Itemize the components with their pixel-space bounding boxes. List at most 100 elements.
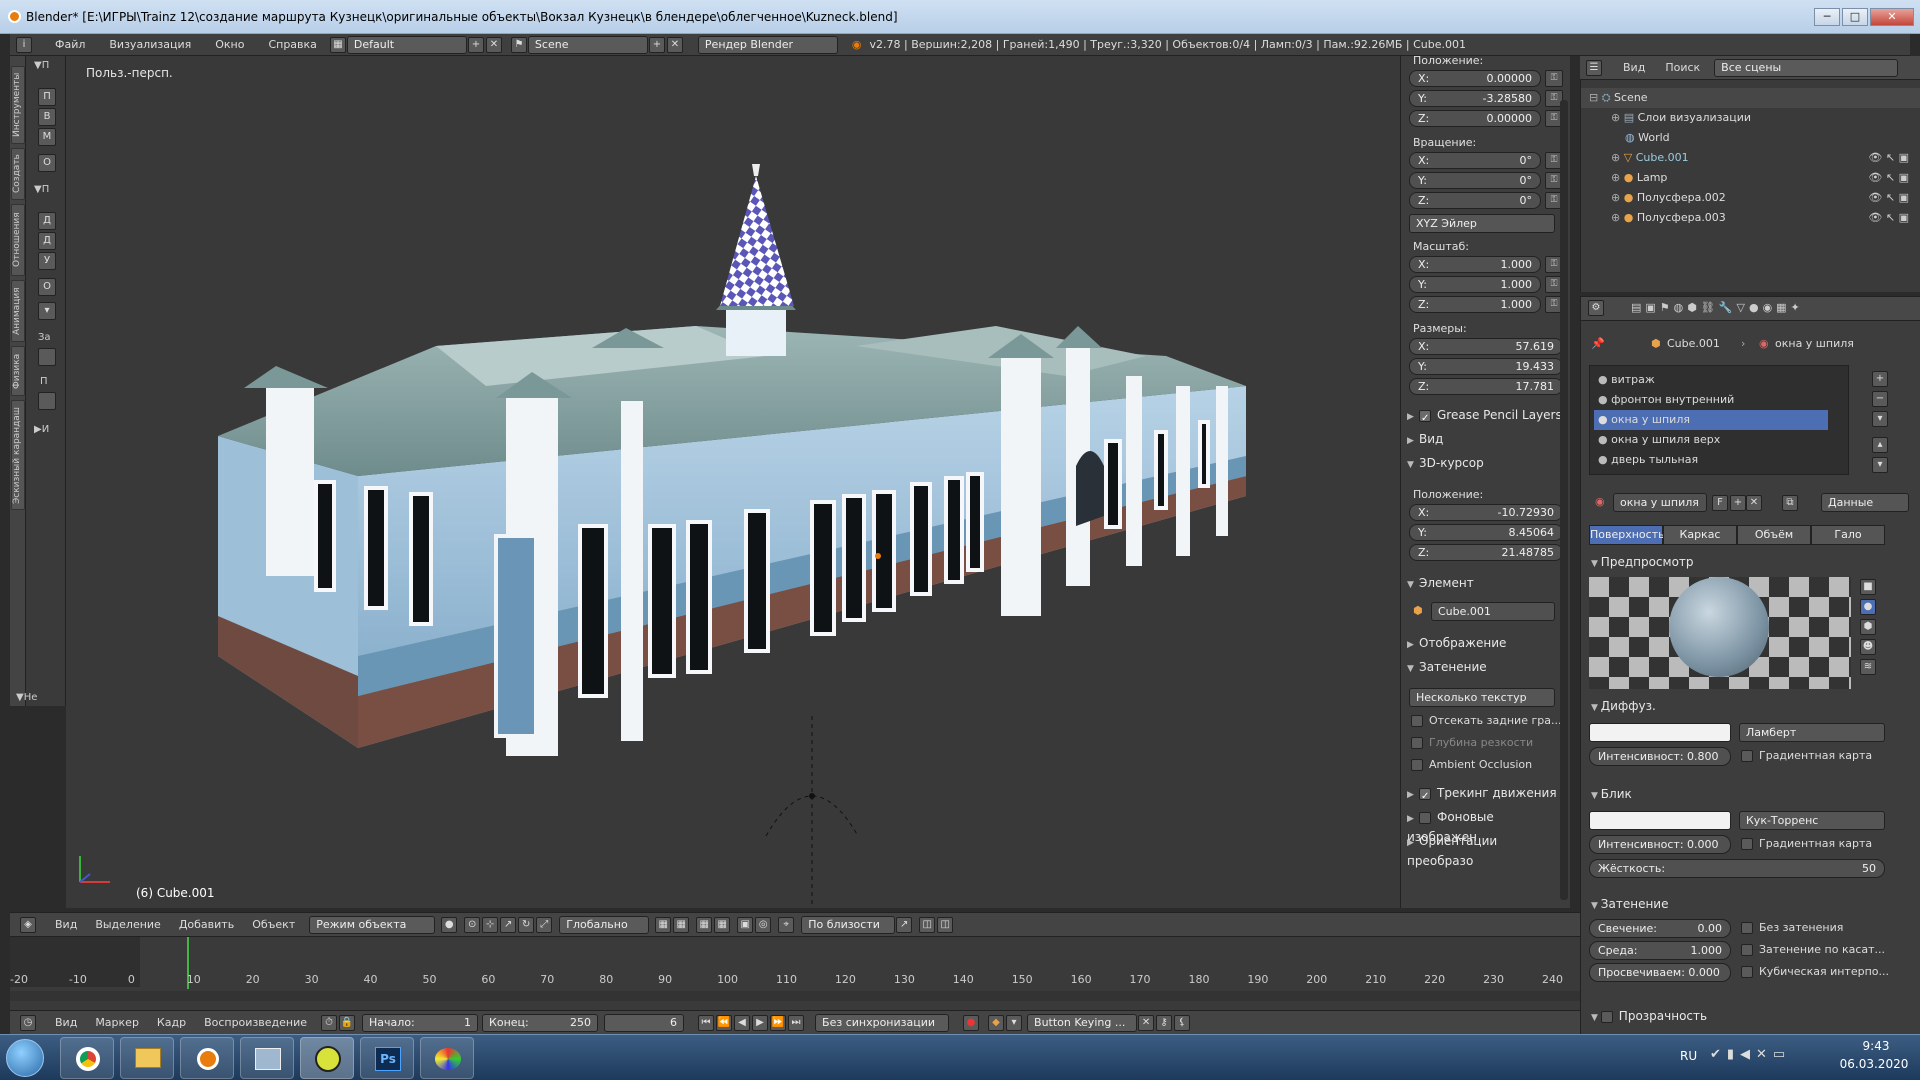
- rotate-icon[interactable]: ↻: [518, 916, 535, 933]
- breadcrumb-material[interactable]: окна у шпиля: [1775, 337, 1854, 350]
- timeline[interactable]: -20 -10 0 10 20 30 40 50 60 70 80 90 100 110 120 130 140…: [10, 936, 1580, 1010]
- section-marker[interactable]: ▼П: [34, 184, 49, 195]
- properties-context-icons[interactable]: ▤▣⚑◍⬢⛓🔧▽●◉▦✦: [1631, 301, 1804, 314]
- rotation-mode-select[interactable]: XYZ Эйлер: [1409, 214, 1555, 233]
- remove-scene-icon[interactable]: ✕: [666, 36, 683, 53]
- menu-add[interactable]: Добавить: [179, 918, 234, 931]
- material-name-field[interactable]: окна у шпиля: [1613, 493, 1707, 512]
- specular-ramp-checkbox[interactable]: Градиентная карта: [1741, 837, 1872, 850]
- taskbar-paint[interactable]: [420, 1037, 474, 1079]
- timeline-scrollbar[interactable]: [10, 991, 1580, 1001]
- current-frame-field[interactable]: 6: [604, 1013, 685, 1032]
- outliner-row-world[interactable]: ◍ World: [1581, 128, 1920, 148]
- outliner-menu-view[interactable]: Вид: [1623, 61, 1645, 74]
- layers-icon-2[interactable]: ▦: [673, 916, 690, 933]
- panel-background-images[interactable]: ▶ Фоновые изображен: [1407, 808, 1565, 844]
- snap-target-select[interactable]: По близости: [801, 915, 896, 934]
- new-material-icon[interactable]: +: [1730, 495, 1746, 511]
- outliner-row-hemi-002[interactable]: ⊕ ● Полусфера.002 👁 ↖ ▣: [1581, 188, 1920, 208]
- breadcrumb-object[interactable]: Cube.001: [1667, 337, 1720, 350]
- location-y-field[interactable]: Y: -3.28580: [1409, 90, 1541, 107]
- outliner-editor-icon[interactable]: ☰: [1586, 59, 1602, 76]
- panel-motion-tracking[interactable]: ▶Трекинг движения: [1407, 784, 1565, 802]
- move-up-icon[interactable]: ▴: [1872, 437, 1888, 453]
- menu-render[interactable]: Визуализация: [109, 38, 191, 51]
- dimension-x-field[interactable]: X: 57.619: [1409, 338, 1563, 355]
- taskbar-explorer[interactable]: [120, 1037, 174, 1079]
- tl-menu-playback[interactable]: Воспроизведение: [204, 1016, 307, 1029]
- material-slot[interactable]: ● окна у шпиля верх: [1590, 430, 1830, 450]
- tab-volume[interactable]: Объём: [1737, 525, 1811, 545]
- material-slot[interactable]: ● витраж: [1590, 370, 1830, 390]
- add-layout-icon[interactable]: +: [467, 36, 484, 53]
- 3d-viewport[interactable]: Польз.-персп. (6) Cube.001: [66, 56, 1400, 908]
- menu-window[interactable]: Окно: [215, 38, 244, 51]
- snap-icon[interactable]: ⌖: [778, 916, 795, 933]
- tool-toggle[interactable]: [38, 392, 56, 410]
- menu-help[interactable]: Справка: [268, 38, 316, 51]
- tray-icons[interactable]: ✔▮◀✕▭: [1710, 1047, 1791, 1062]
- rotation-z-field[interactable]: Z: 0°: [1409, 192, 1541, 209]
- menu-select[interactable]: Выделение: [95, 918, 161, 931]
- jump-start-icon[interactable]: ⏮: [698, 1014, 715, 1031]
- layout-icon[interactable]: ▦: [329, 36, 346, 53]
- clock-time[interactable]: 9:43: [1846, 1039, 1906, 1053]
- layers-icon-4[interactable]: ▦: [714, 916, 731, 933]
- material-slot-list[interactable]: ● витраж ● фронтон внутренний ● окна у ш…: [1589, 365, 1849, 475]
- record-icon[interactable]: ●: [963, 1014, 980, 1031]
- taskbar-app[interactable]: [240, 1037, 294, 1079]
- diffuse-ramp-checkbox[interactable]: Градиентная карта: [1741, 749, 1872, 762]
- tool-button[interactable]: Д: [38, 232, 56, 250]
- orientation-select[interactable]: Глобально: [559, 915, 650, 934]
- backface-culling-checkbox[interactable]: Отсекать задние гра...: [1411, 714, 1561, 727]
- tab-grease-pencil[interactable]: Эскизный карандаш: [11, 400, 25, 510]
- outliner-menu-search[interactable]: Поиск: [1665, 61, 1700, 74]
- tangent-shading-checkbox[interactable]: Затенение по касат...: [1741, 943, 1885, 956]
- add-scene-icon[interactable]: +: [648, 36, 665, 53]
- preview-hair-icon[interactable]: ≋: [1860, 659, 1876, 675]
- slot-menu-icon[interactable]: ▾: [1872, 411, 1888, 427]
- render-preview-icon[interactable]: ◫: [919, 916, 936, 933]
- rotation-y-field[interactable]: Y: 0°: [1409, 172, 1541, 189]
- next-key-icon[interactable]: ⏩: [770, 1014, 787, 1031]
- diffuse-shader-select[interactable]: Ламберт: [1739, 723, 1885, 742]
- specular-color[interactable]: [1589, 811, 1731, 830]
- hardness-field[interactable]: Жёсткость: 50: [1589, 859, 1885, 878]
- material-browse-icon[interactable]: ◉: [1595, 495, 1605, 508]
- preview-range-icon[interactable]: ⏱: [321, 1014, 338, 1031]
- editor-type-icon[interactable]: ◷: [20, 1014, 36, 1031]
- insert-key-icon[interactable]: ⚷: [1156, 1014, 1173, 1031]
- panel-transform-orientations[interactable]: ▶ Ориентации преобразо: [1407, 832, 1565, 868]
- properties-editor-icon[interactable]: ⚙: [1588, 300, 1604, 316]
- cursor-y-field[interactable]: Y: 8.45064: [1409, 524, 1563, 541]
- tl-menu-view[interactable]: Вид: [55, 1016, 77, 1029]
- layout-select[interactable]: Default: [346, 35, 467, 54]
- move-down-icon[interactable]: ▾: [1872, 457, 1888, 473]
- outliner-filter-select[interactable]: Все сцены: [1714, 58, 1899, 77]
- diffuse-intensity-field[interactable]: Интенсивност: 0.800: [1589, 747, 1731, 766]
- shadeless-checkbox[interactable]: Без затенения: [1741, 921, 1843, 934]
- play-icon[interactable]: ▶: [752, 1014, 769, 1031]
- tab-physics[interactable]: Физика: [11, 346, 25, 396]
- section-marker[interactable]: ▼П: [34, 60, 49, 71]
- tool-button[interactable]: В: [38, 108, 56, 126]
- keying-set-select[interactable]: Button Keying ...: [1027, 1013, 1138, 1032]
- mode-select[interactable]: Режим объекта: [309, 915, 436, 934]
- pin-icon[interactable]: 📌: [1591, 337, 1605, 350]
- specular-shader-select[interactable]: Кук-Торренс: [1739, 811, 1885, 830]
- link-data-select[interactable]: Данные: [1821, 493, 1909, 512]
- preview-flat-icon[interactable]: ■: [1860, 579, 1876, 595]
- start-frame-field[interactable]: Начало: 1: [362, 1013, 479, 1032]
- shading-mode-select[interactable]: Несколько текстур: [1409, 688, 1555, 707]
- prev-key-icon[interactable]: ⏪: [716, 1014, 733, 1031]
- end-frame-field[interactable]: Конец: 250: [482, 1013, 599, 1032]
- menu-object[interactable]: Объект: [252, 918, 295, 931]
- panel-transparency[interactable]: ▼ Прозрачность: [1591, 1009, 1707, 1023]
- tab-tools[interactable]: Инструменты: [11, 66, 25, 144]
- tool-button[interactable]: П: [38, 88, 56, 106]
- minimize-button[interactable]: ─: [1814, 8, 1840, 26]
- scene-select[interactable]: Scene: [527, 35, 648, 54]
- scale-x-field[interactable]: X: 1.000: [1409, 256, 1541, 273]
- link-icon[interactable]: ⧉: [1782, 495, 1798, 511]
- input-language[interactable]: RU: [1680, 1049, 1697, 1063]
